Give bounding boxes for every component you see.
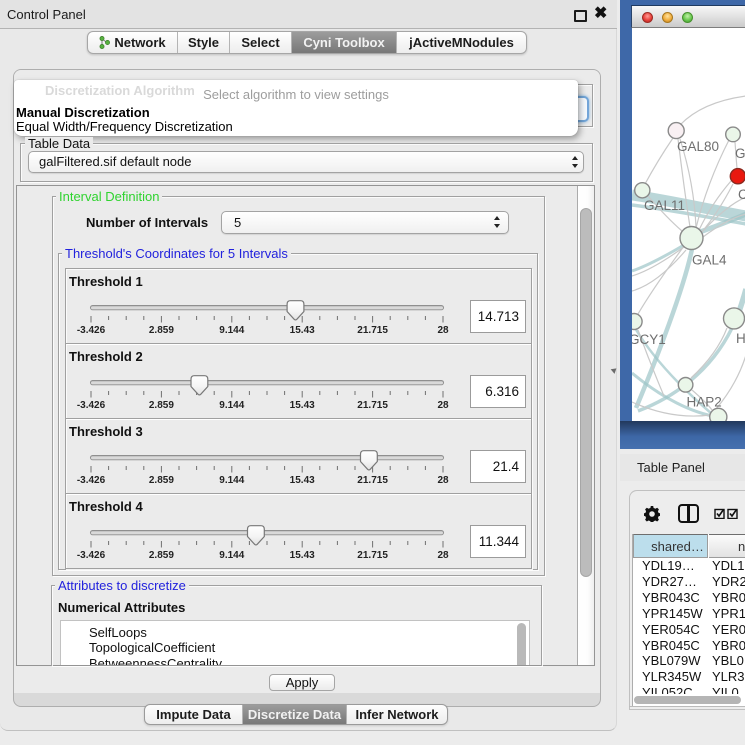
svg-text:GAL80: GAL80 [677, 139, 719, 154]
svg-text:2.859: 2.859 [149, 475, 174, 486]
svg-text:28: 28 [437, 475, 449, 486]
svg-text:H: H [736, 331, 745, 346]
svg-text:15.43: 15.43 [290, 475, 315, 486]
svg-text:21.715: 21.715 [357, 325, 388, 336]
svg-text:9.144: 9.144 [219, 475, 244, 486]
svg-text:HAP2: HAP2 [687, 395, 722, 410]
svg-text:2.859: 2.859 [149, 325, 174, 336]
svg-text:21.715: 21.715 [357, 550, 388, 561]
svg-text:9.144: 9.144 [219, 400, 244, 411]
svg-text:15.43: 15.43 [290, 400, 315, 411]
svg-text:GCY1: GCY1 [632, 332, 666, 347]
svg-text:28: 28 [437, 400, 449, 411]
svg-text:-3.426: -3.426 [77, 325, 106, 336]
svg-text:GAL11: GAL11 [644, 198, 685, 213]
svg-text:21.715: 21.715 [357, 400, 388, 411]
svg-text:2.859: 2.859 [149, 400, 174, 411]
svg-text:15.43: 15.43 [290, 325, 315, 336]
svg-text:9.144: 9.144 [219, 325, 244, 336]
svg-text:GAL4: GAL4 [692, 253, 727, 268]
svg-text:21.715: 21.715 [357, 475, 388, 486]
svg-text:28: 28 [437, 550, 449, 561]
svg-text:-3.426: -3.426 [77, 400, 106, 411]
svg-text:-3.426: -3.426 [77, 550, 106, 561]
svg-text:9.144: 9.144 [219, 550, 244, 561]
svg-text:G.: G. [735, 146, 745, 161]
svg-text:15.43: 15.43 [290, 550, 315, 561]
svg-text:C: C [738, 187, 745, 202]
svg-text:-3.426: -3.426 [77, 475, 106, 486]
svg-text:2.859: 2.859 [149, 550, 174, 561]
svg-text:28: 28 [437, 325, 449, 336]
